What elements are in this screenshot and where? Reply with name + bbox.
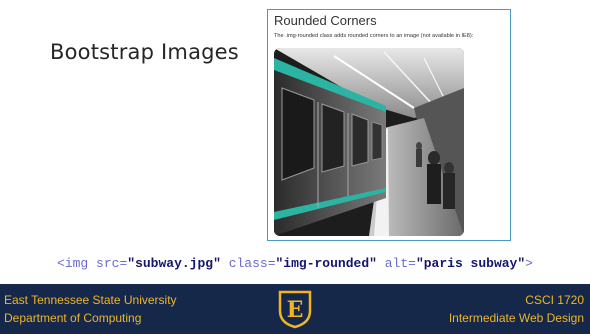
bootstrap-demo-panel: Rounded Corners The .img-rounded class a… [267,9,511,241]
demo-heading: Rounded Corners [274,13,377,28]
logo-letter: E [287,297,304,323]
subway-image [274,48,464,236]
code-value-alt: "paris subway" [415,256,526,271]
demo-description: The .img-rounded class adds rounded corn… [274,33,474,39]
code-attr-alt: alt= [376,256,416,271]
footer-course-number: CSCI 1720 [525,293,584,307]
slide: Bootstrap Images Rounded Corners The .im… [0,0,590,334]
code-value-src: "subway.jpg" [127,256,221,271]
code-example: <img src="subway.jpg" class="img-rounded… [0,256,590,271]
code-attr-src: src= [96,256,128,271]
code-tag-close: > [525,256,533,271]
footer-university: East Tennessee State University [4,293,177,307]
footer-course-title: Intermediate Web Design [448,311,584,325]
slide-title: Bootstrap Images [50,40,239,64]
etsu-shield-logo: E [277,289,313,329]
code-tag-open: <img [57,256,97,271]
footer-department: Department of Computing [4,311,142,325]
footer-bar: East Tennessee State University Departme… [0,284,590,334]
code-value-class: "img-rounded" [275,256,377,271]
code-attr-class: class= [220,256,276,271]
